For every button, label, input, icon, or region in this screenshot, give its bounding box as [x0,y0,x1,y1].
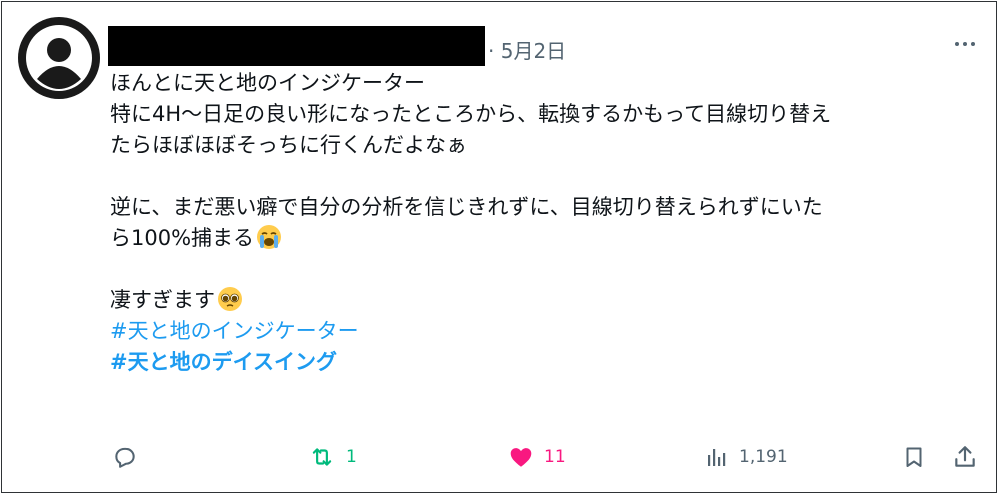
post-line-blank [110,161,980,192]
post-line: 特に4H～日足の良い形になったところから、転換するかもって目線切り替え [110,102,832,126]
share-icon [955,446,975,467]
avatar[interactable] [18,17,100,99]
hashtag-link[interactable]: #天と地のデイスイング [110,347,980,378]
views-count: 1,191 [739,447,788,467]
post-line-blank [110,254,980,285]
post-line-text: 凄すぎます [110,288,215,312]
post-line-with-emoji: ら100%捕まる [110,223,980,254]
post-line-text: ら100%捕まる [110,226,255,250]
redacted-username [108,26,485,66]
post-meta: · 5月2日 [488,35,566,64]
post-line: たらほぼほぼそっちに行くんだよなぁ [110,133,467,157]
crying-emoji [257,225,282,249]
like-count: 11 [544,447,566,467]
action-bar: 1 11 1,191 [2,442,998,472]
like-button[interactable]: 11 [508,442,566,472]
pleading-emoji [218,287,242,311]
share-button[interactable] [952,442,978,472]
reply-icon [115,447,135,468]
default-avatar-icon [18,17,100,99]
post-line-with-emoji: 凄すぎます [110,285,980,316]
post-card[interactable]: · 5月2日 ほんとに天と地のインジケーター 特に4H～日足の良い形になったとこ… [1,1,997,493]
hashtag-link[interactable]: #天と地のインジケーター [110,316,980,347]
views-icon [708,449,726,466]
post-text: ほんとに天と地のインジケーター 特に4H～日足の良い形になったところから、転換す… [110,68,980,378]
more-dots-icon [955,42,975,46]
retweet-button[interactable]: 1 [308,442,357,472]
date-separator: · [488,39,495,63]
retweet-icon [312,448,332,466]
post-date[interactable]: 5月2日 [501,39,566,63]
views-button[interactable]: 1,191 [705,442,788,472]
post-line: ほんとに天と地のインジケーター [110,71,425,95]
bookmark-icon [906,447,922,467]
reply-button[interactable] [112,442,148,472]
retweet-count: 1 [346,447,357,467]
post-line: 逆に、まだ悪い癖で自分の分析を信じきれずに、目線切り替えられずにいた [110,195,823,219]
heart-icon [510,448,532,467]
bookmark-button[interactable] [902,442,926,472]
more-options-button[interactable] [952,31,978,57]
